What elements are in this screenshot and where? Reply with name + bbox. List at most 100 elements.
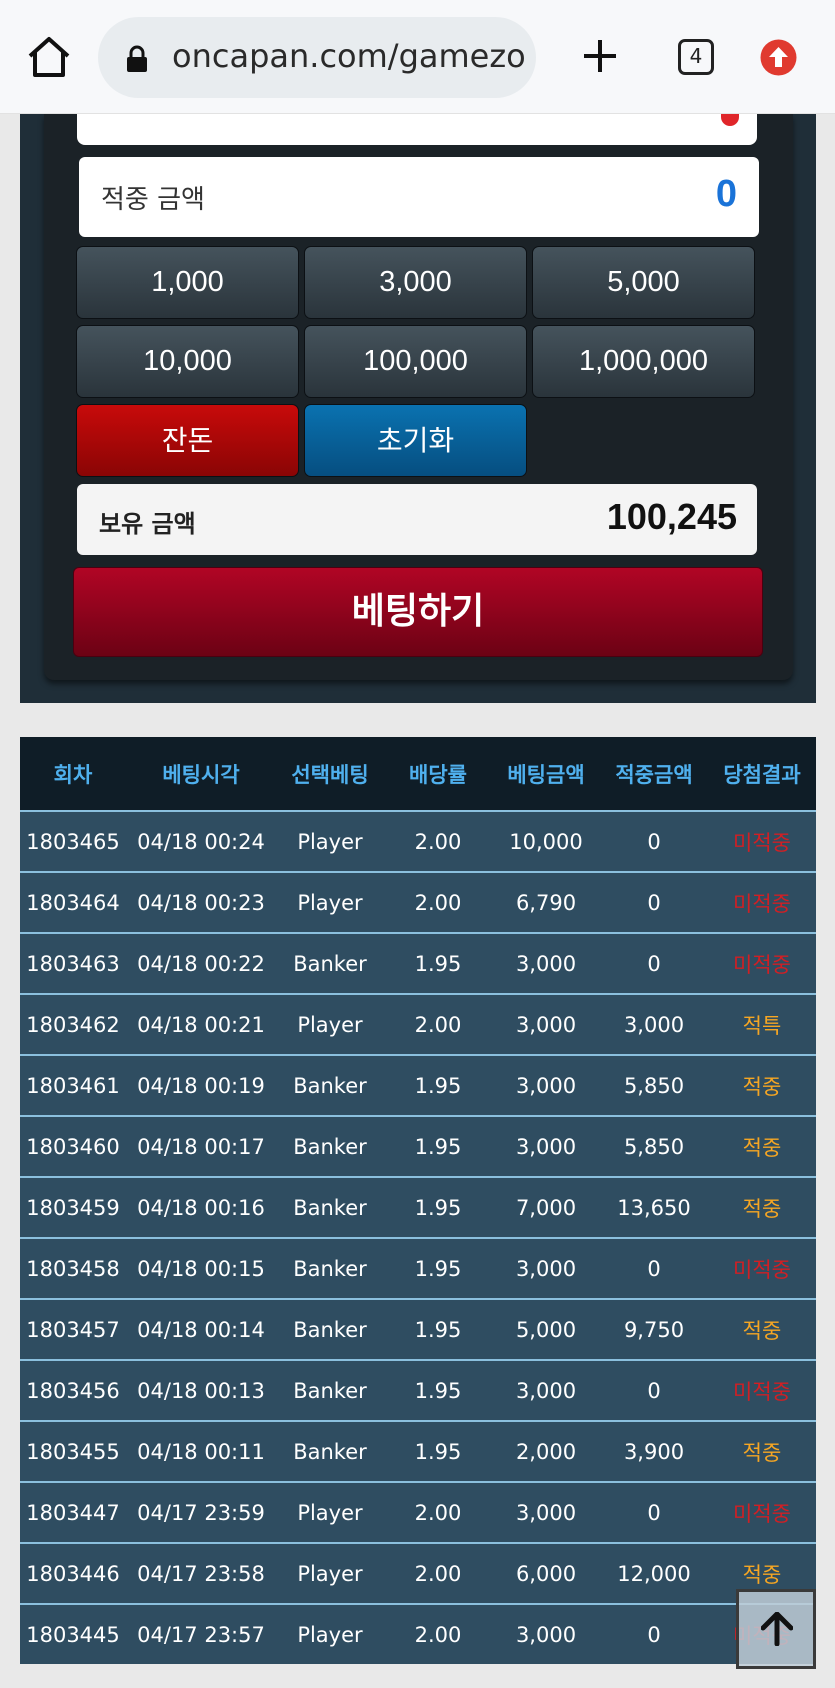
table-row: 1803447 04/17 23:59 Player 2.00 3,000 0 미적중 [20,1481,816,1542]
cell-odds: 2.00 [414,1500,462,1525]
cell-odds: 2.00 [414,1561,462,1586]
cell-round: 1803462 [26,1012,120,1037]
cell-result: 적중 [742,1562,782,1587]
cell-round: 1803455 [26,1439,120,1464]
header-selection: 선택베팅 [291,762,369,787]
header-result: 당첨결과 [723,762,801,787]
cell-result: 적중 [742,1318,782,1343]
cell-win-amount: 0 [647,1378,661,1403]
cell-round: 1803458 [26,1256,120,1281]
cell-bet-time: 04/18 00:23 [137,890,265,915]
table-row: 1803457 04/18 00:14 Banker 1.95 5,000 9,750 적중 [20,1298,816,1359]
chip-button-1000000[interactable]: 1,000,000 [532,325,755,398]
chip-button-10000[interactable]: 10,000 [76,325,299,398]
cell-odds: 1.95 [414,1134,462,1159]
chip-button-5000[interactable]: 5,000 [532,246,755,319]
table-row: 1803458 04/18 00:15 Banker 1.95 3,000 0 미적중 [20,1237,816,1298]
partial-input-field[interactable] [77,114,757,145]
cell-win-amount: 0 [647,1500,661,1525]
cell-selection: Banker [293,1134,367,1159]
scroll-to-top-button[interactable] [736,1589,816,1669]
cell-round: 1803456 [26,1378,120,1403]
cell-bet-amount: 5,000 [515,1317,577,1342]
cell-bet-time: 04/18 00:17 [137,1134,265,1159]
cell-odds: 1.95 [414,1378,462,1403]
cell-odds: 1.95 [414,1195,462,1220]
table-row: 1803456 04/18 00:13 Banker 1.95 3,000 0 미적중 [20,1359,816,1420]
chip-button-3000[interactable]: 3,000 [304,246,527,319]
cell-result: 적중 [742,1135,782,1160]
home-icon[interactable] [26,36,72,78]
cell-win-amount: 0 [647,951,661,976]
cell-bet-time: 04/17 23:58 [137,1561,265,1586]
cell-bet-time: 04/18 00:16 [137,1195,265,1220]
cell-result: 적특 [742,1013,782,1038]
cell-win-amount: 5,850 [623,1073,685,1098]
tab-count: 4 [689,44,703,68]
cell-round: 1803463 [26,951,120,976]
cell-bet-amount: 3,000 [515,1073,577,1098]
cell-odds: 1.95 [414,951,462,976]
cell-round: 1803459 [26,1195,120,1220]
cell-win-amount: 12,000 [617,1561,691,1586]
cell-selection: Player [297,1012,363,1037]
cell-result: 미적중 [733,830,791,855]
chip-button-100000[interactable]: 100,000 [304,325,527,398]
table-row: 1803446 04/17 23:58 Player 2.00 6,000 12,000 적… [20,1542,816,1603]
cell-round: 1803447 [26,1500,120,1525]
arrow-up-icon [761,1612,793,1646]
cell-bet-amount: 3,000 [515,1378,577,1403]
cell-bet-time: 04/17 23:57 [137,1622,265,1647]
cell-selection: Banker [293,1439,367,1464]
table-row: 1803460 04/18 00:17 Banker 1.95 3,000 5,850 적중 [20,1115,816,1176]
cell-bet-time: 04/18 00:24 [137,829,265,854]
cell-result: 미적중 [733,1501,791,1526]
cell-selection: Banker [293,1256,367,1281]
cell-bet-amount: 3,000 [515,1256,577,1281]
table-row: 1803463 04/18 00:22 Banker 1.95 3,000 0 미적중 [20,932,816,993]
cell-win-amount: 9,750 [623,1317,685,1342]
cell-bet-amount: 6,000 [515,1561,577,1586]
cell-odds: 1.95 [414,1317,462,1342]
cell-selection: Banker [293,951,367,976]
cell-selection: Player [297,1561,363,1586]
cell-selection: Banker [293,1195,367,1220]
win-amount-value: 0 [715,173,737,215]
update-icon[interactable] [760,39,797,76]
cell-bet-time: 04/18 00:22 [137,951,265,976]
address-bar[interactable]: oncapan.com/gamezo [98,17,536,98]
plus-icon[interactable] [582,38,618,74]
cell-win-amount: 0 [647,1622,661,1647]
cell-win-amount: 3,900 [623,1439,685,1464]
cell-round: 1803464 [26,890,120,915]
cell-odds: 1.95 [414,1256,462,1281]
bet-history-table: 회차 베팅시각 선택베팅 배당률 베팅금액 적중금액 당첨결과 1803465 0… [20,737,816,1664]
header-win-amount: 적중금액 [615,762,693,787]
cell-odds: 1.95 [414,1073,462,1098]
cell-selection: Banker [293,1317,367,1342]
cell-win-amount: 0 [647,1256,661,1281]
cell-bet-time: 04/18 00:11 [137,1439,265,1464]
cell-win-amount: 0 [647,890,661,915]
cell-round: 1803445 [26,1622,120,1647]
cell-bet-amount: 3,000 [515,1500,577,1525]
cell-selection: Player [297,829,363,854]
cell-round: 1803460 [26,1134,120,1159]
change-button[interactable]: 잔돈 [76,404,299,477]
cell-round: 1803465 [26,829,120,854]
tabs-icon[interactable]: 4 [678,39,714,75]
cell-bet-time: 04/18 00:14 [137,1317,265,1342]
chip-button-1000[interactable]: 1,000 [76,246,299,319]
table-body: 1803465 04/18 00:24 Player 2.00 10,000 0 미적중 18… [20,810,816,1664]
header-round: 회차 [53,762,93,787]
cell-result: 적중 [742,1196,782,1221]
cell-selection: Banker [293,1073,367,1098]
cell-bet-amount: 7,000 [515,1195,577,1220]
cell-result: 미적중 [733,1379,791,1404]
reset-button[interactable]: 초기화 [304,404,527,477]
table-row: 1803462 04/18 00:21 Player 2.00 3,000 3,000 적특 [20,993,816,1054]
balance-value: 100,245 [606,496,737,537]
place-bet-button[interactable]: 베팅하기 [73,567,763,657]
win-amount-label: 적중 금액 [101,185,205,215]
lock-icon [127,45,147,72]
